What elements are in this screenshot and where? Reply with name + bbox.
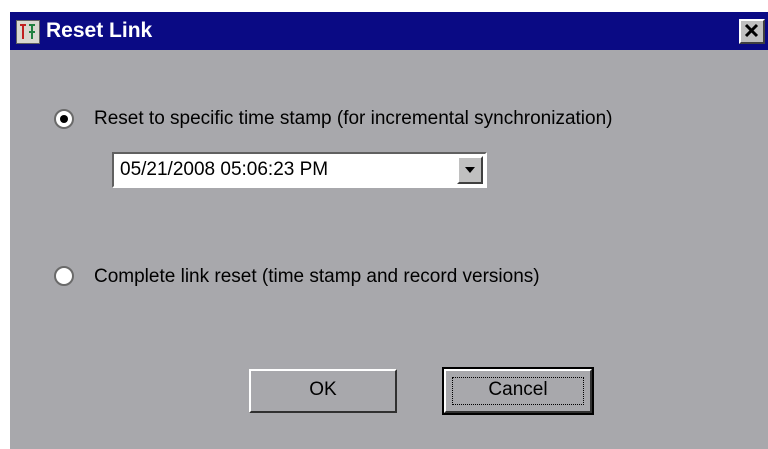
ok-button-label: OK xyxy=(309,379,337,400)
cancel-button[interactable]: Cancel xyxy=(442,367,594,415)
title-bar[interactable]: Reset Link xyxy=(10,12,768,50)
timestamp-select[interactable]: 05/21/2008 05:06:23 PM xyxy=(112,152,487,188)
window-title: Reset Link xyxy=(46,19,153,42)
option-reset-timestamp-label[interactable]: Reset to specific time stamp (for increm… xyxy=(94,107,612,131)
option-complete-reset-label[interactable]: Complete link reset (time stamp and reco… xyxy=(94,265,540,289)
radio-reset-timestamp[interactable] xyxy=(54,109,74,129)
close-icon xyxy=(744,23,759,38)
cancel-button-label: Cancel xyxy=(488,379,548,400)
radio-complete-reset[interactable] xyxy=(54,266,74,286)
radio-selected-dot xyxy=(60,115,68,123)
app-icon xyxy=(16,20,40,44)
close-button[interactable] xyxy=(739,19,765,44)
timestamp-value: 05/21/2008 05:06:23 PM xyxy=(120,159,329,180)
chevron-down-icon xyxy=(465,167,475,173)
reset-link-dialog: Reset Link Reset to specific time stamp … xyxy=(8,10,768,449)
timestamp-dropdown-button[interactable] xyxy=(457,156,483,184)
ok-button[interactable]: OK xyxy=(249,369,397,413)
